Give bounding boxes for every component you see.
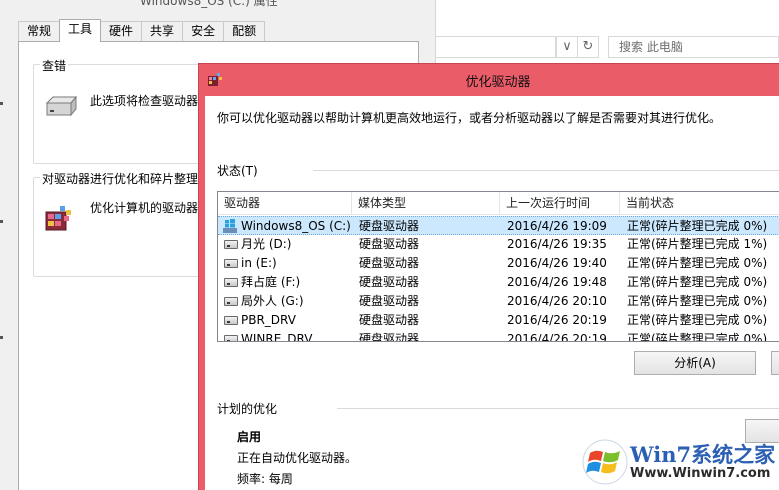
column-header-current-status[interactable]: 当前状态 — [620, 192, 779, 215]
optimize-group-title: 对驱动器进行优化和碎片整理 — [40, 170, 201, 187]
window-titlebar[interactable]: 优化驱动器 — [199, 64, 779, 96]
optimize-group-text: 优化计算机的驱动器 — [90, 201, 199, 215]
edge-mark — [0, 336, 3, 339]
column-header-drive[interactable]: 驱动器 — [218, 192, 352, 215]
drive-media-type: 硬盘驱动器 — [359, 256, 420, 270]
hard-drive-icon — [224, 278, 238, 287]
drive-name: 月光 (D:) — [241, 237, 292, 251]
drive-media-type: 硬盘驱动器 — [359, 332, 420, 342]
drive-last-run: 2016/4/26 20:10 — [507, 294, 607, 308]
tab-sharing[interactable]: 共享 — [141, 21, 184, 41]
drive-status: 正常(碎片整理已完成 0%) — [627, 332, 768, 342]
drive-media-type: 硬盘驱动器 — [359, 294, 420, 308]
drive-media-type: 硬盘驱动器 — [359, 313, 420, 327]
drive-last-run: 2016/4/26 19:35 — [507, 237, 607, 251]
drive-status: 正常(碎片整理已完成 0%) — [627, 294, 768, 308]
windows-drive-icon — [223, 219, 237, 233]
drive-last-run: 2016/4/26 19:48 — [507, 275, 607, 289]
divider — [313, 170, 779, 171]
drive-name: Windows8_OS (C:) — [241, 219, 351, 233]
watermark: Win7系统之家 Www.Winwin7.com — [580, 437, 779, 490]
description-text: 你可以优化驱动器以帮助计算机更高效地运行，或者分析驱动器以了解是否需要对其进行优… — [217, 111, 722, 125]
analyze-button[interactable]: 分析(A) — [634, 351, 756, 375]
drive-status: 正常(碎片整理已完成 0%) — [627, 313, 768, 327]
schedule-state: 启用 — [237, 430, 262, 444]
error-checking-text: 此选项将检查驱动器 — [90, 94, 199, 108]
defrag-icon — [45, 206, 71, 231]
hard-drive-icon — [224, 316, 238, 325]
explorer-address-bar: ∨ ↻ 搜索 此电脑 — [436, 36, 779, 58]
drive-name: PBR_DRV — [241, 313, 296, 327]
edge-mark — [0, 102, 3, 105]
watermark-url: Www.Winwin7.com — [630, 466, 771, 481]
optimize-drives-window: 优化驱动器 你可以优化驱动器以帮助计算机更高效地运行，或者分析驱动器以了解是否需… — [198, 63, 779, 490]
search-input[interactable]: 搜索 此电脑 — [608, 36, 779, 58]
drive-media-type: 硬盘驱动器 — [359, 275, 420, 289]
drive-media-type: 硬盘驱动器 — [359, 237, 420, 251]
optimize-button[interactable] — [771, 351, 779, 375]
drive-last-run: 2016/4/26 20:19 — [507, 313, 607, 327]
drive-media-type: 硬盘驱动器 — [359, 219, 420, 233]
divider — [337, 408, 779, 409]
drive-row[interactable]: 月光 (D:) 硬盘驱动器 2016/4/26 19:35 正常(碎片整理已完成… — [218, 235, 779, 254]
drive-status: 正常(碎片整理已完成 0%) — [627, 219, 768, 233]
column-header-media-type[interactable]: 媒体类型 — [352, 192, 500, 215]
edge-mark — [0, 220, 3, 223]
hard-drive-icon — [224, 259, 238, 268]
tab-tools[interactable]: 工具 — [59, 19, 102, 42]
drive-list-header: 驱动器 媒体类型 上一次运行时间 当前状态 — [218, 192, 779, 215]
tab-general[interactable]: 常规 — [18, 21, 61, 41]
error-checking-title: 查错 — [40, 57, 69, 74]
drive-name: WINRE_DRV — [241, 332, 313, 342]
drive-status: 正常(碎片整理已完成 0%) — [627, 256, 768, 270]
drive-last-run: 2016/4/26 19:40 — [507, 256, 607, 270]
chevron-down-icon[interactable]: ∨ — [556, 36, 578, 58]
tab-quota[interactable]: 配额 — [223, 21, 266, 41]
drive-status: 正常(碎片整理已完成 0%) — [627, 275, 768, 289]
address-field[interactable] — [436, 36, 556, 58]
drive-list[interactable]: 驱动器 媒体类型 上一次运行时间 当前状态 Windows8_OS (C:) 硬… — [217, 191, 779, 342]
drive-row[interactable]: PBR_DRV 硬盘驱动器 2016/4/26 20:19 正常(碎片整理已完成… — [218, 311, 779, 330]
schedule-frequency: 频率: 每周 — [237, 472, 293, 486]
properties-tab-strip: 常规 工具 硬件 共享 安全 配额 — [18, 19, 266, 42]
tab-security[interactable]: 安全 — [182, 21, 225, 41]
drive-row[interactable]: in (E:) 硬盘驱动器 2016/4/26 19:40 正常(碎片整理已完成… — [218, 254, 779, 273]
drive-row[interactable]: 局外人 (G:) 硬盘驱动器 2016/4/26 20:10 正常(碎片整理已完… — [218, 292, 779, 311]
hard-drive-icon — [224, 335, 238, 341]
status-section-label: 状态(T) — [217, 164, 258, 178]
window-title: 优化驱动器 — [465, 75, 531, 90]
drive-name: 局外人 (G:) — [241, 294, 304, 308]
scheduled-optimization-label: 计划的优化 — [217, 402, 278, 416]
properties-window-title: Windows8_OS (C:) 属性 — [140, 0, 278, 8]
refresh-icon[interactable]: ↻ — [577, 36, 599, 58]
drive-row[interactable]: WINRE_DRV 硬盘驱动器 2016/4/26 20:19 正常(碎片整理已… — [218, 330, 779, 342]
drive-status: 正常(碎片整理已完成 1%) — [627, 237, 768, 251]
column-header-last-run[interactable]: 上一次运行时间 — [500, 192, 620, 215]
windows-logo-icon — [582, 439, 628, 485]
drive-name: in (E:) — [241, 256, 277, 270]
drive-last-run: 2016/4/26 19:09 — [507, 219, 607, 233]
drive-name: 拜占庭 (F:) — [241, 275, 301, 289]
hard-drive-icon — [224, 297, 238, 306]
drive-row[interactable]: 拜占庭 (F:) 硬盘驱动器 2016/4/26 19:48 正常(碎片整理已完… — [218, 273, 779, 292]
drive-last-run: 2016/4/26 20:19 — [507, 332, 607, 342]
hard-drive-icon — [45, 95, 78, 117]
watermark-brand: Win7系统之家 — [630, 442, 776, 467]
tab-hardware[interactable]: 硬件 — [100, 21, 143, 41]
schedule-description: 正在自动优化驱动器。 — [237, 451, 358, 465]
window-content: 你可以优化驱动器以帮助计算机更高效地运行，或者分析驱动器以了解是否需要对其进行优… — [205, 96, 779, 490]
drive-row[interactable]: Windows8_OS (C:) 硬盘驱动器 2016/4/26 19:09 正… — [218, 216, 779, 235]
hard-drive-icon — [224, 240, 238, 249]
